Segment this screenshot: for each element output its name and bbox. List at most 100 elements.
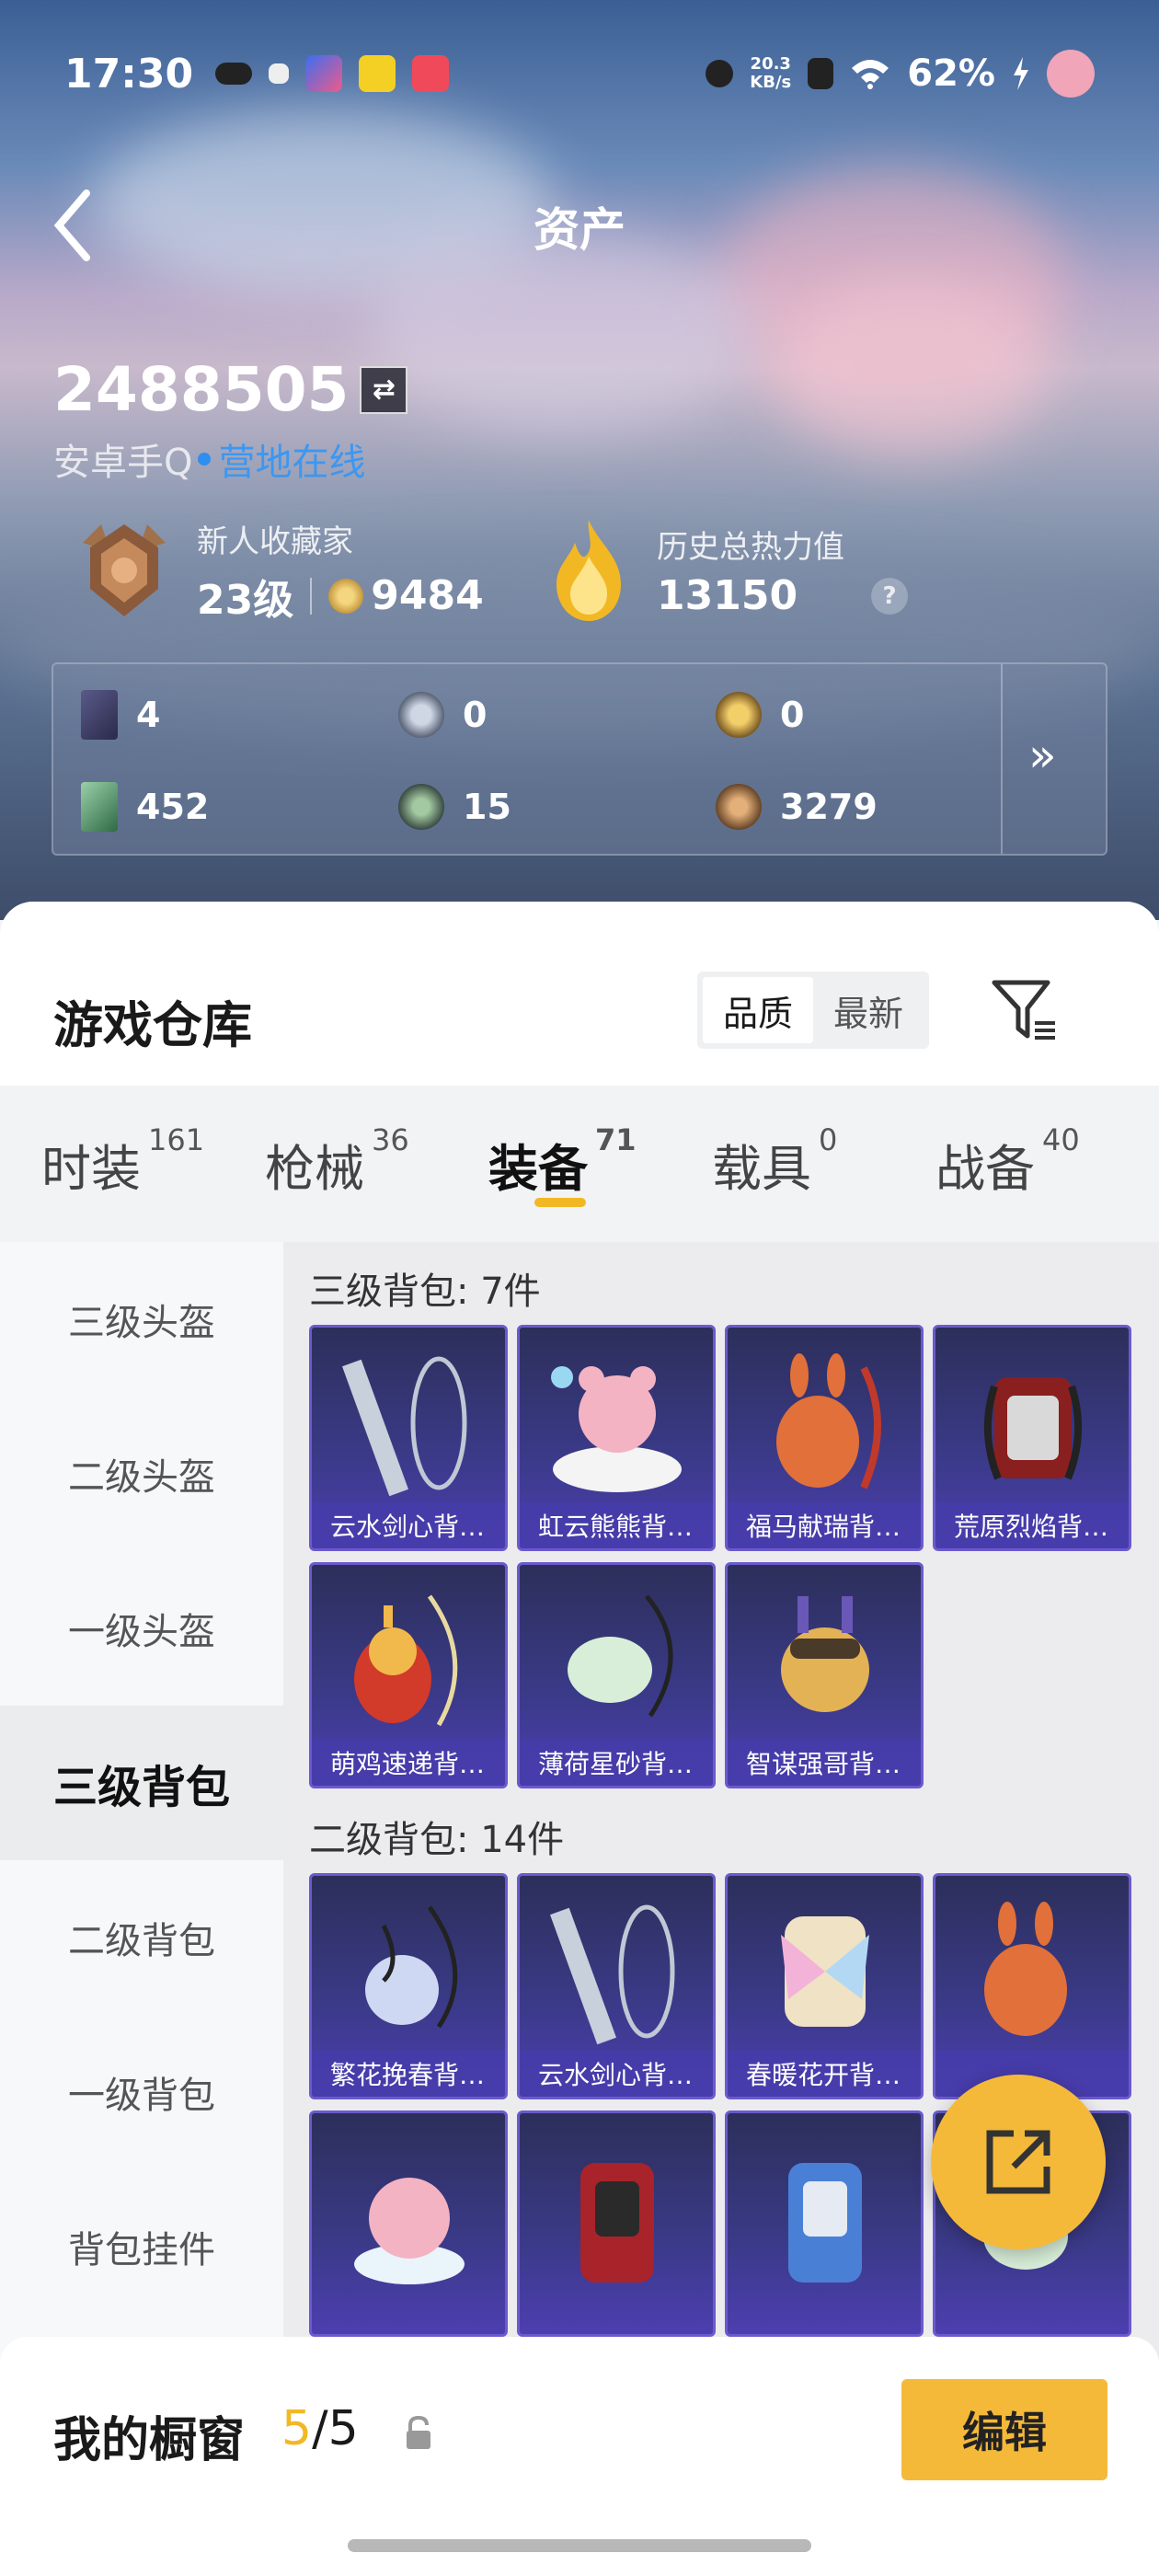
sort-toggle: 品质 最新 (697, 972, 929, 1049)
collection-coin-icon (328, 578, 364, 614)
item-grid: 云水剑心背… 虹云熊熊背… 福马献瑞背… 荒原烈焰背… 萌鸡速递背… 薄荷星砂背… (309, 1325, 1159, 1788)
item-card[interactable]: 荒原烈焰背… (933, 1325, 1131, 1551)
item-card[interactable]: 春暖花开背… (725, 1873, 924, 2099)
red-backpack-icon (580, 2163, 654, 2283)
strategist-backpack-icon (781, 1596, 869, 1712)
flower-icon (706, 60, 734, 87)
home-indicator[interactable] (348, 2539, 811, 2552)
share-icon (986, 2130, 1050, 2194)
online-dot-icon (198, 453, 212, 466)
wifi-icon (852, 60, 889, 89)
nav-item-backpack-lv2[interactable]: 二级背包 (0, 1860, 283, 2015)
collection-coins: 9484 (371, 572, 484, 619)
item-card[interactable] (725, 2110, 924, 2337)
sword-backpack-icon (342, 1356, 467, 1497)
nav-item-backpack-lv3[interactable]: 三级背包 (0, 1706, 283, 1860)
heat-block: 历史总热力值 13150 ? (543, 515, 909, 626)
sort-quality-button[interactable]: 品质 (703, 977, 813, 1043)
gold-token-icon (716, 692, 762, 738)
item-card[interactable] (517, 2110, 716, 2337)
nav-item-helmet-lv2[interactable]: 二级头盔 (0, 1397, 283, 1551)
item-card[interactable]: 智谋强哥背… (725, 1562, 924, 1788)
charging-icon (1014, 57, 1028, 90)
red-app-icon (412, 55, 450, 92)
item-card[interactable]: 薄荷星砂背… (517, 1562, 716, 1788)
hamster-backpack-icon (354, 2178, 465, 2284)
medal-icon (83, 524, 166, 616)
warehouse-header: 游戏仓库 品质 最新 (0, 902, 1159, 1086)
edit-button[interactable]: 编辑 (901, 2379, 1107, 2480)
divider (310, 577, 313, 615)
item-card[interactable] (309, 2110, 508, 2337)
category-tabs: 时装 161 枪械 36 装备 71 载具 0 战备 40 (0, 1086, 1159, 1242)
currency-item: 15 (398, 765, 716, 848)
bear-backpack-icon (551, 1366, 682, 1492)
active-tab-indicator (534, 1197, 586, 1207)
help-icon[interactable]: ? (871, 577, 909, 615)
horse-backpack-icon (984, 1902, 1067, 2036)
tab-weapons[interactable]: 枪械 36 (265, 1122, 488, 1201)
flame-backpack-icon (983, 1377, 1083, 1480)
item-card[interactable]: 福马献瑞背… (725, 1325, 924, 1551)
green-coin-icon (398, 784, 444, 830)
flame-icon (557, 520, 621, 621)
floral-backpack-icon (365, 1905, 458, 2029)
rank-name: 新人收藏家 (197, 523, 353, 560)
item-card[interactable]: 云水剑心背… (517, 1873, 716, 2099)
sim-icon (808, 58, 834, 89)
nav-item-helmet-lv1[interactable]: 一级头盔 (0, 1551, 283, 1706)
status-time: 17:30 (64, 50, 194, 98)
nav-item-backpack-lv1[interactable]: 一级背包 (0, 2015, 283, 2169)
battery-text: 62% (907, 52, 995, 95)
divider (1001, 664, 1003, 854)
item-card[interactable]: 萌鸡速递背… (309, 1562, 508, 1788)
currency-item: 0 (398, 673, 716, 756)
bronze-coin-icon (716, 784, 762, 830)
net-speed: 20.3 KB/s (750, 54, 792, 92)
heat-label: 历史总热力值 (657, 529, 844, 566)
currency-item: 4 (81, 673, 398, 756)
ticket-icon (81, 782, 118, 832)
item-card[interactable]: 虹云熊熊背… (517, 1325, 716, 1551)
avatar-icon[interactable] (1047, 50, 1095, 98)
currency-item: 452 (81, 765, 398, 848)
item-card[interactable]: 云水剑心背… (309, 1325, 508, 1551)
tab-equipment[interactable]: 装备 71 (488, 1122, 712, 1207)
heat-value: 13150 (657, 572, 798, 619)
warehouse-title: 游戏仓库 (53, 996, 252, 1054)
filter-icon[interactable] (989, 975, 1059, 1045)
horse-backpack-icon (776, 1353, 881, 1489)
chick-backpack-icon (354, 1594, 458, 1727)
sort-newest-button[interactable]: 最新 (813, 977, 924, 1043)
app-icon (269, 63, 290, 84)
currency-panel: 4 0 0 452 15 3279 » (52, 662, 1107, 856)
page-title: 资产 (534, 203, 625, 257)
notification-icon (215, 63, 253, 85)
rank-level: 23级 (197, 576, 294, 624)
user-id: 2488505 ⇄ (53, 354, 408, 425)
group-title: 二级背包: 14件 (309, 1819, 565, 1861)
nav-item-helmet-lv3[interactable]: 三级头盔 (0, 1242, 283, 1397)
tab-supplies[interactable]: 战备 40 (935, 1122, 1159, 1201)
platform-info: 安卓手Q 营地在线 (53, 442, 366, 484)
switch-account-icon[interactable]: ⇄ (360, 365, 408, 414)
nav-item-backpack-pendant[interactable]: 背包挂件 (0, 2169, 283, 2324)
status-bar: 17:30 20.3 KB/s 62% (64, 46, 1095, 101)
card-icon (81, 690, 118, 740)
item-card[interactable] (933, 1873, 1131, 2099)
game-app-icon (305, 55, 343, 92)
mint-backpack-icon (568, 1594, 673, 1718)
double-chevron-right-icon[interactable]: » (1028, 729, 1057, 782)
currency-item: 0 (716, 673, 1001, 756)
rank-block[interactable]: 新人收藏家 23级 9484 (74, 515, 484, 626)
tab-fashion[interactable]: 时装 161 (41, 1122, 265, 1201)
share-button[interactable] (931, 2075, 1106, 2249)
showcase-label: 我的橱窗 (53, 2413, 246, 2468)
showcase-count: 5/5 (281, 2401, 359, 2456)
butterfly-backpack-icon (781, 1916, 869, 2027)
blue-backpack-icon (788, 2163, 862, 2283)
item-card[interactable]: 繁花挽春背… (309, 1873, 508, 2099)
yellow-app-icon (359, 55, 396, 92)
lock-icon (407, 2415, 430, 2449)
tab-vehicles[interactable]: 载具 0 (712, 1122, 935, 1201)
